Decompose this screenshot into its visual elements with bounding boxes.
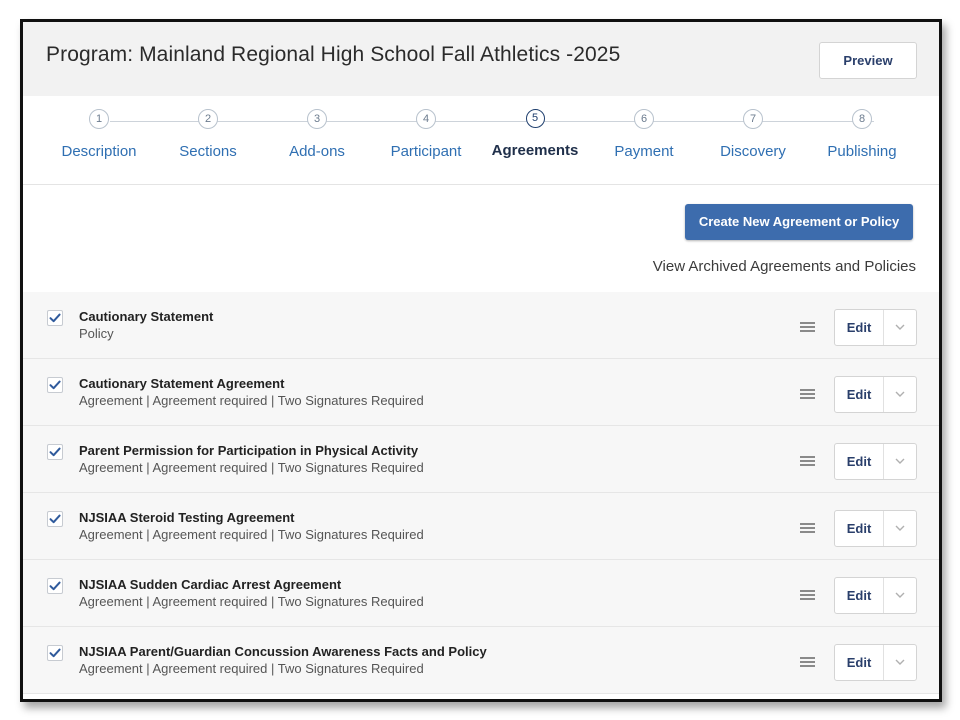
agreement-checkbox[interactable] <box>47 511 63 527</box>
agreement-row: Cautionary Statement Policy Edit <box>23 292 939 359</box>
agreement-title: Cautionary Statement <box>79 309 214 324</box>
agreement-details: Policy <box>79 326 114 341</box>
agreement-title: Parent Permission for Participation in P… <box>79 443 419 458</box>
wizard-stepper: 1 Description 2 Sections 3 Add-ons 4 Participan… <box>23 96 939 185</box>
step-discovery[interactable]: 7 Discovery <box>698 109 808 160</box>
agreements-panel: Create New Agreement or Policy View Arch… <box>23 185 939 699</box>
step-publishing[interactable]: 8 Publishing <box>807 109 917 160</box>
edit-button[interactable]: Edit <box>835 511 884 546</box>
agreement-title: NJSIAA Sudden Cardiac Arrest Agreement <box>79 577 342 592</box>
check-icon <box>49 648 61 658</box>
edit-button-group: Edit <box>834 577 917 614</box>
preview-button[interactable]: Preview <box>819 42 917 79</box>
edit-options-dropdown[interactable] <box>884 377 916 412</box>
step-label: Add-ons <box>289 143 345 160</box>
agreement-checkbox[interactable] <box>47 578 63 594</box>
step-number: 7 <box>743 109 763 129</box>
edit-options-dropdown[interactable] <box>884 511 916 546</box>
step-description[interactable]: 1 Description <box>44 109 154 160</box>
agreement-list: Cautionary Statement Policy Edit Cautionary… <box>23 292 939 694</box>
step-number: 1 <box>89 109 109 129</box>
step-number: 4 <box>416 109 436 129</box>
drag-handle-icon[interactable] <box>800 523 815 533</box>
drag-handle-icon[interactable] <box>800 456 815 466</box>
check-icon <box>49 514 61 524</box>
chevron-down-icon <box>895 458 905 464</box>
agreement-title: NJSIAA Steroid Testing Agreement <box>79 510 295 525</box>
edit-button-group: Edit <box>834 443 917 480</box>
agreement-row: Cautionary Statement Agreement Agreement … <box>23 359 939 426</box>
agreement-title: NJSIAA Parent/Guardian Concussion Awaren… <box>79 644 487 659</box>
agreement-details: Agreement | Agreement required | Two Sig… <box>79 393 424 408</box>
view-archived-link[interactable]: View Archived Agreements and Policies <box>653 258 916 275</box>
edit-button-group: Edit <box>834 376 917 413</box>
step-sections[interactable]: 2 Sections <box>153 109 263 160</box>
check-icon <box>49 581 61 591</box>
step-number: 6 <box>634 109 654 129</box>
drag-handle-icon[interactable] <box>800 590 815 600</box>
check-icon <box>49 447 61 457</box>
drag-handle-icon[interactable] <box>800 389 815 399</box>
agreement-title: Cautionary Statement Agreement <box>79 376 285 391</box>
agreement-checkbox[interactable] <box>47 310 63 326</box>
step-label: Payment <box>614 143 674 160</box>
agreement-row: NJSIAA Parent/Guardian Concussion Awaren… <box>23 627 939 694</box>
agreement-row: NJSIAA Steroid Testing Agreement Agreemen… <box>23 493 939 560</box>
program-header: Program: Mainland Regional High School F… <box>23 22 939 96</box>
chevron-down-icon <box>895 659 905 665</box>
step-add-ons[interactable]: 3 Add-ons <box>262 109 372 160</box>
step-number: 2 <box>198 109 218 129</box>
create-agreement-button[interactable]: Create New Agreement or Policy <box>685 204 913 240</box>
step-label: Discovery <box>720 143 786 160</box>
edit-button[interactable]: Edit <box>835 444 884 479</box>
edit-options-dropdown[interactable] <box>884 444 916 479</box>
agreement-checkbox[interactable] <box>47 645 63 661</box>
step-participant[interactable]: 4 Participant <box>371 109 481 160</box>
step-label: Participant <box>390 143 462 160</box>
edit-options-dropdown[interactable] <box>884 578 916 613</box>
agreement-details: Agreement | Agreement required | Two Sig… <box>79 527 424 542</box>
agreement-row: Parent Permission for Participation in P… <box>23 426 939 493</box>
drag-handle-icon[interactable] <box>800 657 815 667</box>
chevron-down-icon <box>895 525 905 531</box>
agreement-details: Agreement | Agreement required | Two Sig… <box>79 594 424 609</box>
step-number: 3 <box>307 109 327 129</box>
chevron-down-icon <box>895 592 905 598</box>
edit-button-group: Edit <box>834 309 917 346</box>
step-label: Agreements <box>491 142 579 159</box>
edit-options-dropdown[interactable] <box>884 645 916 680</box>
step-agreements[interactable]: 5 Agreements <box>480 109 590 159</box>
agreement-row: NJSIAA Sudden Cardiac Arrest Agreement Ag… <box>23 560 939 627</box>
check-icon <box>49 313 61 323</box>
step-number: 8 <box>852 109 872 129</box>
chevron-down-icon <box>895 324 905 330</box>
step-label: Sections <box>179 143 237 160</box>
chevron-down-icon <box>895 391 905 397</box>
page-title: Program: Mainland Regional High School F… <box>46 43 621 66</box>
check-icon <box>49 380 61 390</box>
edit-button-group: Edit <box>834 644 917 681</box>
edit-button[interactable]: Edit <box>835 310 884 345</box>
agreement-checkbox[interactable] <box>47 444 63 460</box>
agreement-details: Agreement | Agreement required | Two Sig… <box>79 661 424 676</box>
edit-options-dropdown[interactable] <box>884 310 916 345</box>
edit-button[interactable]: Edit <box>835 377 884 412</box>
program-editor-window: Program: Mainland Regional High School F… <box>20 19 942 702</box>
drag-handle-icon[interactable] <box>800 322 815 332</box>
step-payment[interactable]: 6 Payment <box>589 109 699 160</box>
edit-button[interactable]: Edit <box>835 578 884 613</box>
step-label: Publishing <box>827 143 897 160</box>
step-label: Description <box>61 143 137 160</box>
edit-button[interactable]: Edit <box>835 645 884 680</box>
step-number: 5 <box>525 109 545 128</box>
agreement-checkbox[interactable] <box>47 377 63 393</box>
agreement-details: Agreement | Agreement required | Two Sig… <box>79 460 424 475</box>
edit-button-group: Edit <box>834 510 917 547</box>
